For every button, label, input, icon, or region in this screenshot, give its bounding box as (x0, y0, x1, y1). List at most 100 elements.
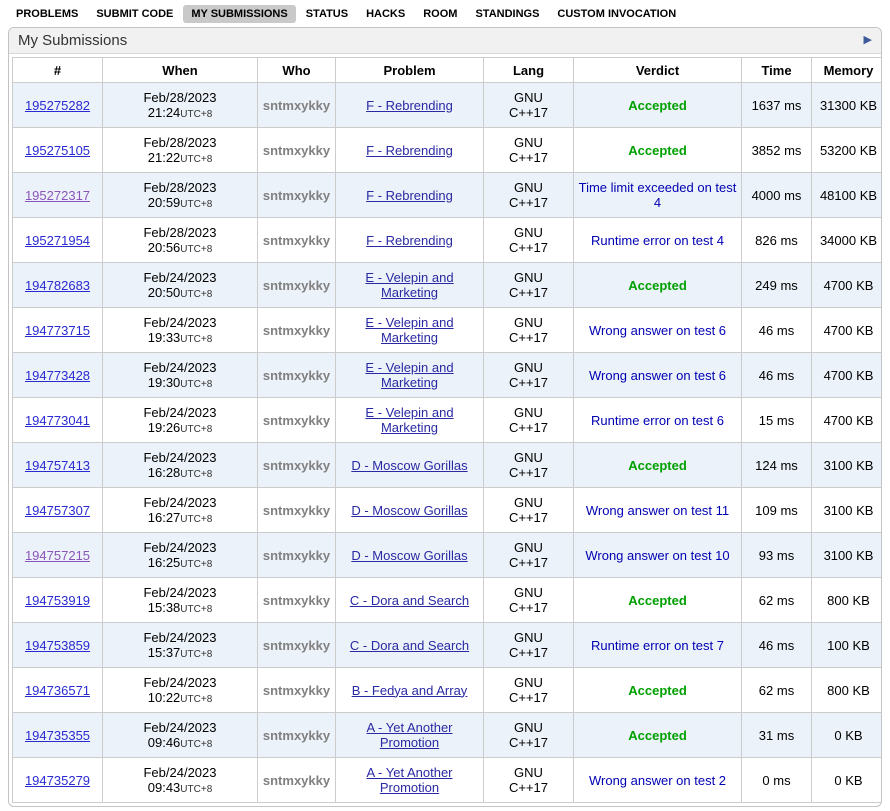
nav-item[interactable]: STANDINGS (467, 5, 547, 23)
verdict-text[interactable]: Wrong answer on test 10 (585, 548, 729, 563)
problem-link[interactable]: F - Rebrending (366, 233, 453, 248)
verdict-text[interactable]: Wrong answer on test 2 (589, 773, 726, 788)
submission-id-cell: 194753859 (13, 623, 103, 668)
nav-item[interactable]: PROBLEMS (8, 5, 86, 23)
submission-problem-cell: E - Velepin and Marketing (336, 398, 484, 443)
user-link[interactable]: sntmxykky (263, 323, 330, 338)
verdict-text[interactable]: Accepted (628, 683, 687, 698)
submission-clock-time: 21:22 (148, 150, 181, 165)
problem-link[interactable]: B - Fedya and Array (352, 683, 468, 698)
problem-link[interactable]: F - Rebrending (366, 98, 453, 113)
nav-item[interactable]: HACKS (358, 5, 413, 23)
submission-when: Feb/24/2023 09:43UTC+8 (103, 758, 258, 803)
submission-memory: 4700 KB (812, 353, 883, 398)
submission-id-link[interactable]: 194753859 (25, 638, 90, 653)
submission-id-cell: 194782683 (13, 263, 103, 308)
verdict-text[interactable]: Wrong answer on test 6 (589, 323, 726, 338)
problem-link[interactable]: A - Yet Another Promotion (366, 720, 452, 750)
problem-link[interactable]: E - Velepin and Marketing (365, 315, 453, 345)
user-link[interactable]: sntmxykky (263, 143, 330, 158)
submission-id-link[interactable]: 195275105 (25, 143, 90, 158)
submission-who-cell: sntmxykky (258, 713, 336, 758)
problem-link[interactable]: E - Velepin and Marketing (365, 405, 453, 435)
verdict-text[interactable]: Time limit exceeded on test 4 (579, 180, 737, 210)
nav-item[interactable]: MY SUBMISSIONS (183, 5, 295, 23)
table-row: 194773428 Feb/24/2023 19:30UTC+8 sntmxyk… (13, 353, 883, 398)
submission-date: Feb/24/2023 (107, 720, 253, 735)
problem-link[interactable]: C - Dora and Search (350, 593, 469, 608)
verdict-text[interactable]: Accepted (628, 593, 687, 608)
user-link[interactable]: sntmxykky (263, 728, 330, 743)
submission-clock-time: 19:33 (148, 330, 181, 345)
verdict-text[interactable]: Runtime error on test 6 (591, 413, 724, 428)
submission-id-link[interactable]: 194757413 (25, 458, 90, 473)
user-link[interactable]: sntmxykky (263, 233, 330, 248)
submission-id-link[interactable]: 194735279 (25, 773, 90, 788)
submission-id-cell: 194773715 (13, 308, 103, 353)
problem-link[interactable]: D - Moscow Gorillas (351, 548, 467, 563)
user-link[interactable]: sntmxykky (263, 638, 330, 653)
lang-label: GNU C++17 (505, 495, 553, 525)
submission-clock-time: 16:25 (148, 555, 181, 570)
submission-id-link[interactable]: 194736571 (25, 683, 90, 698)
verdict-text[interactable]: Runtime error on test 7 (591, 638, 724, 653)
user-link[interactable]: sntmxykky (263, 683, 330, 698)
user-link[interactable]: sntmxykky (263, 368, 330, 383)
submission-time: 3852 ms (742, 128, 812, 173)
table-row: 194757413 Feb/24/2023 16:28UTC+8 sntmxyk… (13, 443, 883, 488)
submission-time: 4000 ms (742, 173, 812, 218)
submission-memory: 800 KB (812, 668, 883, 713)
user-link[interactable]: sntmxykky (263, 458, 330, 473)
submission-id-link[interactable]: 194735355 (25, 728, 90, 743)
problem-link[interactable]: C - Dora and Search (350, 638, 469, 653)
user-link[interactable]: sntmxykky (263, 278, 330, 293)
verdict-text[interactable]: Accepted (628, 278, 687, 293)
submission-id-link[interactable]: 194757215 (25, 548, 90, 563)
problem-link[interactable]: D - Moscow Gorillas (351, 458, 467, 473)
submission-id-link[interactable]: 194757307 (25, 503, 90, 518)
problem-link[interactable]: F - Rebrending (366, 143, 453, 158)
problem-link[interactable]: F - Rebrending (366, 188, 453, 203)
submission-who-cell: sntmxykky (258, 218, 336, 263)
submission-time: 46 ms (742, 308, 812, 353)
submission-id-link[interactable]: 194753919 (25, 593, 90, 608)
verdict-text[interactable]: Wrong answer on test 11 (586, 503, 729, 518)
user-link[interactable]: sntmxykky (263, 593, 330, 608)
submission-id-link[interactable]: 194773715 (25, 323, 90, 338)
submission-id-cell: 194757215 (13, 533, 103, 578)
user-link[interactable]: sntmxykky (263, 503, 330, 518)
collapse-arrow-icon[interactable]: ▶ (864, 35, 872, 46)
nav-item[interactable]: ROOM (415, 5, 465, 23)
verdict-text[interactable]: Accepted (628, 458, 687, 473)
verdict-text[interactable]: Accepted (628, 98, 687, 113)
user-link[interactable]: sntmxykky (263, 773, 330, 788)
submission-problem-cell: E - Velepin and Marketing (336, 263, 484, 308)
submission-id-link[interactable]: 195275282 (25, 98, 90, 113)
user-link[interactable]: sntmxykky (263, 188, 330, 203)
problem-link[interactable]: A - Yet Another Promotion (366, 765, 452, 795)
user-link[interactable]: sntmxykky (263, 413, 330, 428)
verdict-text[interactable]: Accepted (628, 728, 687, 743)
problem-link[interactable]: E - Velepin and Marketing (365, 270, 453, 300)
verdict-text[interactable]: Accepted (628, 143, 687, 158)
verdict-text[interactable]: Runtime error on test 4 (591, 233, 724, 248)
submission-verdict-cell: Wrong answer on test 11 (574, 488, 742, 533)
nav-item[interactable]: SUBMIT CODE (88, 5, 181, 23)
nav-item[interactable]: STATUS (298, 5, 356, 23)
problem-link[interactable]: D - Moscow Gorillas (351, 503, 467, 518)
column-header: Memory (812, 58, 883, 83)
submission-id-link[interactable]: 194773041 (25, 413, 90, 428)
submission-id-link[interactable]: 195272317 (25, 188, 90, 203)
user-link[interactable]: sntmxykky (263, 98, 330, 113)
problem-link[interactable]: E - Velepin and Marketing (365, 360, 453, 390)
submission-who-cell: sntmxykky (258, 173, 336, 218)
submission-id-link[interactable]: 194773428 (25, 368, 90, 383)
nav-item[interactable]: CUSTOM INVOCATION (549, 5, 684, 23)
user-link[interactable]: sntmxykky (263, 548, 330, 563)
submission-id-link[interactable]: 194782683 (25, 278, 90, 293)
timezone-label: UTC+8 (180, 379, 212, 390)
verdict-text[interactable]: Wrong answer on test 6 (589, 368, 726, 383)
submission-when: Feb/28/2023 20:56UTC+8 (103, 218, 258, 263)
submission-when: Feb/24/2023 09:46UTC+8 (103, 713, 258, 758)
submission-id-link[interactable]: 195271954 (25, 233, 90, 248)
